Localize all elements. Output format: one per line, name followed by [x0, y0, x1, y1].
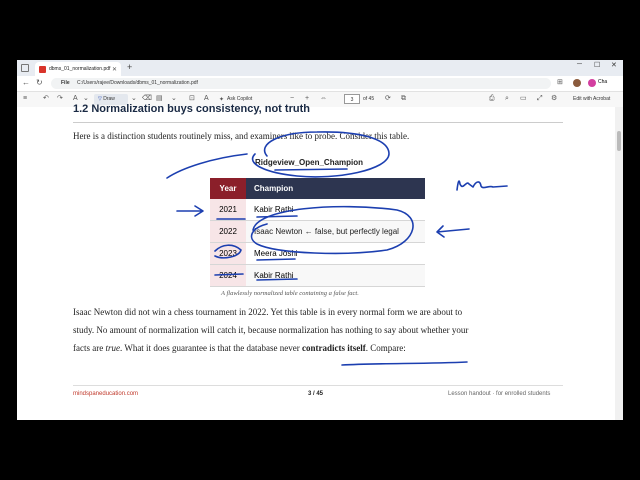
tab-bar: dbms_01_normalization.pdf ✕ + ─ ☐ ✕ — [17, 60, 623, 76]
table-row: 2024 Kabir Rathi — [210, 265, 425, 287]
page-number-input[interactable]: 3 — [344, 94, 360, 104]
champion-table: Year Champion 2021 Kabir Rathi 2022 Isaa… — [210, 178, 425, 287]
settings-icon[interactable]: ⚙ — [551, 95, 557, 103]
section-heading: 1.2 Normalization buys consistency, not … — [73, 103, 310, 115]
print-icon[interactable]: ⎙ — [489, 95, 495, 103]
search-icon[interactable]: ⌕ — [505, 95, 509, 103]
footer-divider — [73, 385, 563, 386]
year-cell: 2024 — [210, 265, 246, 286]
copilot-icon[interactable] — [588, 79, 596, 87]
fullscreen-icon[interactable]: ⤢ — [537, 95, 543, 103]
eraser-icon[interactable]: ⌫ — [142, 95, 152, 103]
champion-cell: Isaac Newton ← false, but perfectly lega… — [246, 221, 425, 242]
workspaces-icon[interactable] — [21, 64, 29, 72]
chevron-down-icon[interactable]: ⌄ — [83, 95, 89, 103]
table-row: 2023 Meera Joshi — [210, 243, 425, 265]
chevron-down-icon[interactable]: ⌄ — [131, 95, 137, 103]
copilot-label[interactable]: Cha — [598, 79, 607, 85]
url-field[interactable]: File C:/Users/rajee/Downloads/dbms_01_no… — [51, 78, 551, 89]
address-bar-row: ← ↻ File C:/Users/rajee/Downloads/dbms_0… — [17, 76, 623, 92]
back-icon[interactable]: ← — [22, 78, 30, 87]
page-total: of 45 — [363, 96, 375, 102]
pdf-file-icon — [39, 65, 46, 73]
pdf-page: 1.2 Normalization buys consistency, not … — [17, 103, 623, 420]
close-tab-icon[interactable]: ✕ — [112, 66, 117, 73]
close-window-icon[interactable]: ✕ — [611, 61, 617, 69]
footer-page-number: 3 / 45 — [308, 391, 324, 397]
text-run: facts are — [73, 343, 106, 353]
ask-copilot-button[interactable]: Ask Copilot — [227, 96, 252, 102]
edit-with-acrobat-button[interactable]: Edit with Acrobat — [573, 96, 610, 102]
tab-active[interactable]: dbms_01_normalization.pdf ✕ — [35, 62, 121, 76]
zoom-in-icon[interactable]: + — [305, 95, 309, 103]
footer-note: Lesson handout · for enrolled students — [448, 391, 551, 397]
year-cell: 2023 — [210, 243, 246, 264]
header-year: Year — [210, 178, 246, 199]
copilot-icon[interactable]: ✦ — [219, 96, 224, 103]
champion-cell: Kabir Rathi — [246, 199, 425, 220]
body-paragraph-line-1: Isaac Newton did not win a chess tournam… — [73, 307, 463, 317]
menu-icon[interactable]: ≡ — [23, 95, 27, 103]
table-row: 2021 Kabir Rathi — [210, 199, 425, 221]
highlight-icon[interactable]: ▤ — [156, 95, 163, 103]
table-header-row: Year Champion — [210, 178, 425, 199]
table-caption: A flawlessly normalized table containing… — [221, 290, 359, 297]
url-text: C:/Users/rajee/Downloads/dbms_01_normali… — [77, 80, 198, 86]
undo-icon[interactable]: ↶ — [43, 95, 49, 103]
text-run: . Compare: — [365, 343, 406, 353]
extensions-icon[interactable]: ⊞ — [557, 78, 563, 86]
table-title: Ridgeview_Open_Champion — [255, 158, 364, 167]
year-cell: 2022 — [210, 221, 246, 242]
body-paragraph-line-2: study. No amount of normalization will c… — [73, 325, 469, 335]
pen-icon: ▽ — [98, 96, 102, 102]
chevron-down-icon[interactable]: ⌄ — [171, 95, 177, 103]
text-run: . What it does guarantee is that the dat… — [119, 343, 302, 353]
bold-phrase: contradicts itself — [302, 343, 366, 353]
emphasis-true: true — [105, 343, 120, 353]
text-icon[interactable]: A — [73, 95, 78, 103]
browser-window: dbms_01_normalization.pdf ✕ + ─ ☐ ✕ ← ↻ … — [17, 60, 623, 420]
header-champion: Champion — [246, 178, 425, 199]
draw-label: Draw — [103, 96, 115, 102]
table-row: 2022 Isaac Newton ← false, but perfectly… — [210, 221, 425, 243]
read-aloud-icon[interactable]: A — [204, 95, 209, 103]
maximize-icon[interactable]: ☐ — [594, 61, 600, 69]
vertical-scrollbar[interactable] — [615, 107, 623, 420]
tab-title: dbms_01_normalization.pdf — [49, 66, 111, 72]
refresh-icon[interactable]: ↻ — [36, 78, 43, 87]
heading-divider — [73, 122, 563, 123]
champion-cell: Kabir Rathi — [246, 265, 425, 286]
year-cell: 2021 — [210, 199, 246, 220]
body-paragraph-line-3: facts are true. What it does guarantee i… — [73, 343, 406, 353]
scrollbar-thumb[interactable] — [617, 131, 621, 151]
text-box-icon[interactable]: ⊡ — [189, 95, 195, 103]
intro-paragraph: Here is a distinction students routinely… — [73, 131, 410, 141]
new-tab-button[interactable]: + — [127, 62, 132, 72]
champion-cell: Meera Joshi — [246, 243, 425, 264]
minimize-icon[interactable]: ─ — [577, 61, 582, 68]
save-icon[interactable]: ▭ — [520, 95, 527, 103]
zoom-out-icon[interactable]: − — [290, 95, 294, 103]
url-scheme-label: File — [61, 80, 70, 86]
page-view-icon[interactable]: ⧉ — [401, 95, 406, 103]
redo-icon[interactable]: ↷ — [57, 95, 63, 103]
avatar[interactable] — [573, 79, 581, 87]
footer-website-link[interactable]: mindspaneducation.com — [73, 391, 138, 397]
fit-page-icon[interactable]: ⇔ — [320, 95, 327, 103]
rotate-icon[interactable]: ⟳ — [385, 95, 391, 103]
